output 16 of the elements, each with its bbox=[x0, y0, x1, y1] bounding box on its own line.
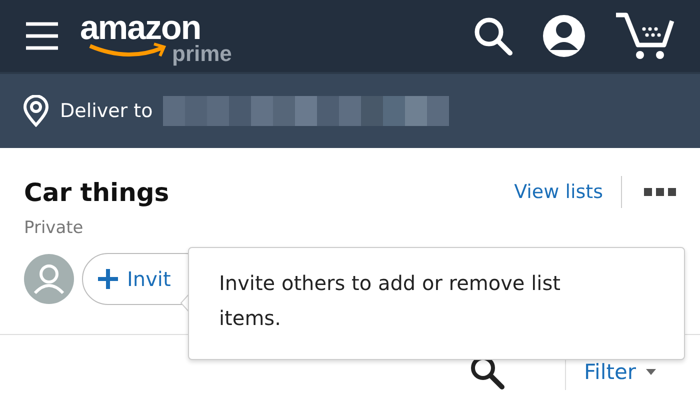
caret-icon bbox=[646, 369, 656, 375]
list-title: Car things bbox=[24, 178, 170, 206]
plus-icon bbox=[97, 268, 119, 290]
view-lists-link[interactable]: View lists bbox=[514, 181, 603, 203]
cart-icon[interactable] bbox=[614, 11, 676, 61]
more-options-icon[interactable] bbox=[644, 188, 676, 196]
menu-icon[interactable] bbox=[24, 21, 60, 51]
avatar-icon bbox=[24, 254, 74, 304]
logo[interactable]: amazon prime bbox=[80, 8, 240, 64]
search-icon[interactable] bbox=[472, 15, 514, 57]
account-icon[interactable] bbox=[542, 14, 586, 58]
privacy-label: Private bbox=[24, 218, 84, 238]
deliver-label[interactable]: Deliver to bbox=[60, 100, 153, 122]
tooltip: Invite others to add or remove list items. bbox=[188, 247, 685, 360]
filter-button[interactable]: Filter bbox=[584, 360, 656, 384]
location-pin-icon[interactable] bbox=[22, 95, 50, 127]
